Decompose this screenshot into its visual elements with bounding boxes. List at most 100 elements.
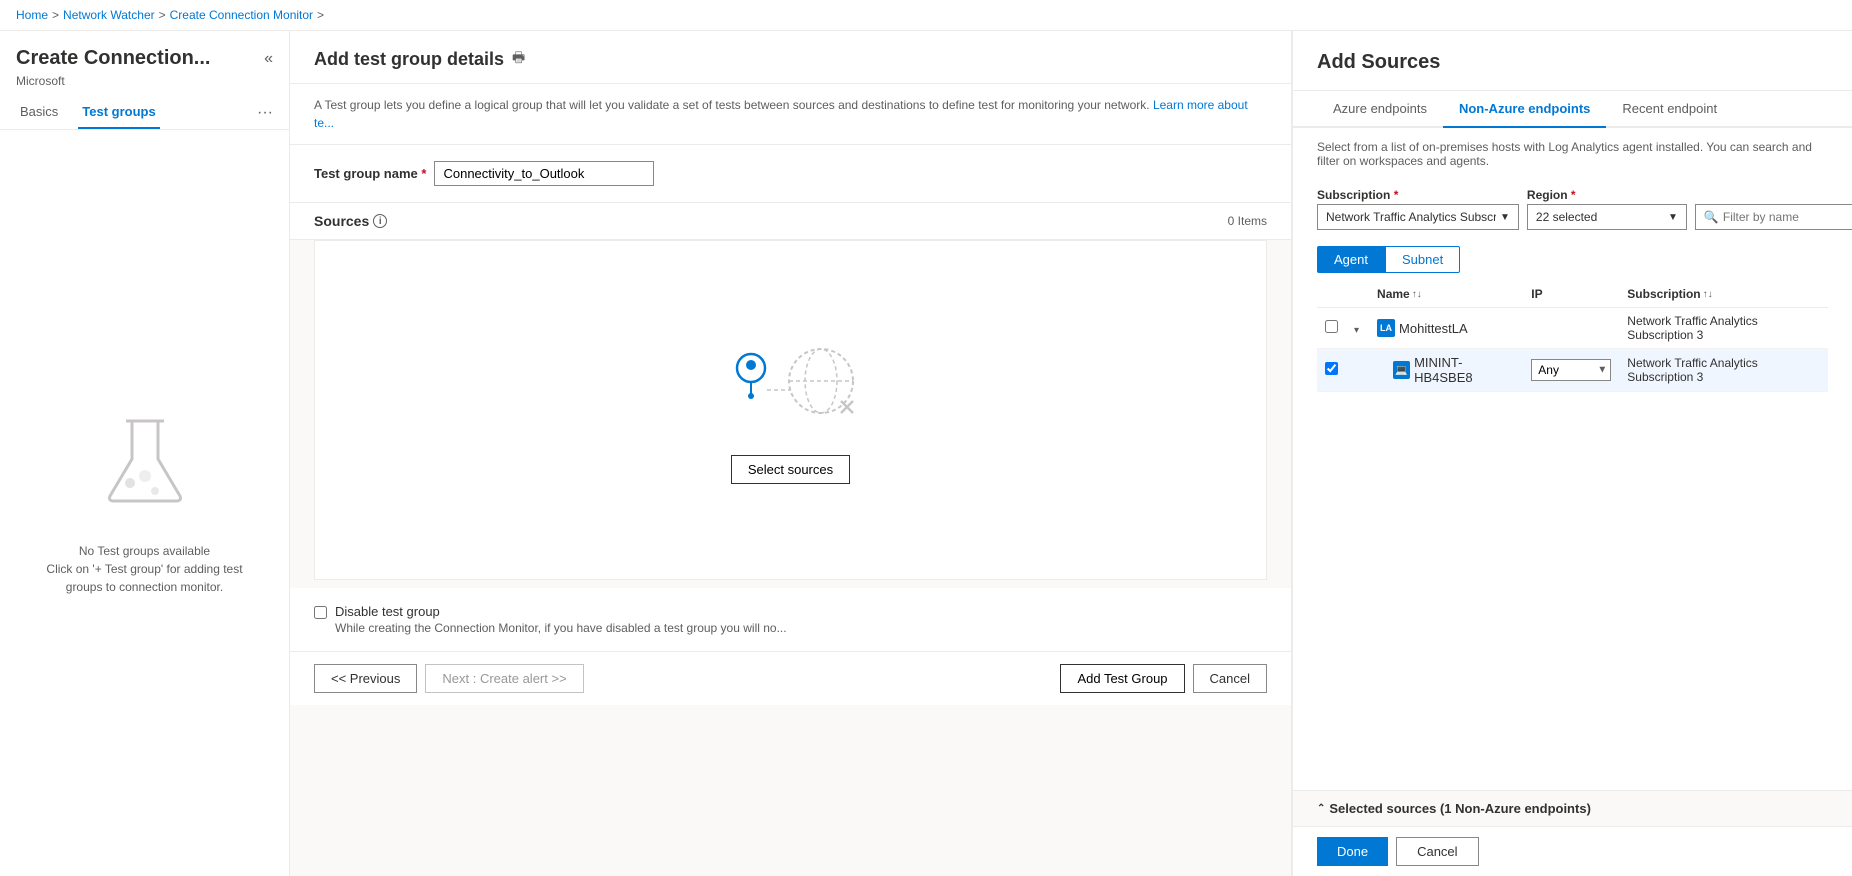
filter-row: Subscription * Network Traffic Analytics… bbox=[1293, 180, 1852, 238]
computer-agent-icon: 💻 bbox=[1393, 361, 1410, 379]
name-sort-icon: ↑↓ bbox=[1412, 289, 1422, 300]
table-body: ▾ LA MohittestLA Network Traffic Analyti… bbox=[1317, 308, 1828, 392]
toggle-subnet-button[interactable]: Subnet bbox=[1385, 246, 1460, 273]
breadcrumb-home[interactable]: Home bbox=[16, 8, 48, 22]
sidebar-tab-test-groups[interactable]: Test groups bbox=[78, 96, 159, 129]
row1-1-ip-cell: Any ▼ bbox=[1523, 349, 1619, 392]
row1-checkbox-cell bbox=[1317, 308, 1346, 349]
right-panel-description: Select from a list of on-premises hosts … bbox=[1293, 128, 1852, 180]
sources-empty-state: Select sources bbox=[314, 240, 1267, 580]
subscription-filter-group: Subscription * Network Traffic Analytics… bbox=[1317, 188, 1519, 230]
right-panel-cancel-button[interactable]: Cancel bbox=[1396, 837, 1478, 866]
table-row: ▾ LA MohittestLA Network Traffic Analyti… bbox=[1317, 308, 1828, 349]
sidebar-title-area: Create Connection... bbox=[16, 47, 210, 70]
filter-by-name-box: 🔍 bbox=[1695, 204, 1852, 230]
center-panel-title: Add test group details bbox=[314, 49, 504, 70]
sidebar-header: Create Connection... « bbox=[0, 31, 289, 74]
test-group-name-input[interactable] bbox=[434, 161, 654, 186]
endpoints-table: Name ↑↓ IP Subscription ↑↓ bbox=[1317, 281, 1828, 392]
selected-sources-chevron: ⌃ bbox=[1317, 803, 1325, 814]
breadcrumb: Home > Network Watcher > Create Connecti… bbox=[0, 0, 1852, 31]
row1-1-expand-cell bbox=[1346, 349, 1369, 392]
row1-1-name: 💻 MININT-HB4SBE8 bbox=[1393, 355, 1515, 385]
sidebar-subtitle: Microsoft bbox=[0, 74, 289, 96]
selected-sources-panel: ⌃ Selected sources (1 Non-Azure endpoint… bbox=[1293, 790, 1852, 826]
disable-group-text-area: Disable test group While creating the Co… bbox=[335, 604, 787, 635]
table-row-child: 💻 MININT-HB4SBE8 Any ▼ bbox=[1317, 349, 1828, 392]
row1-ip-cell bbox=[1523, 308, 1619, 349]
tab-non-azure-endpoints[interactable]: Non-Azure endpoints bbox=[1443, 91, 1606, 128]
row1-name: LA MohittestLA bbox=[1377, 319, 1515, 337]
next-button[interactable]: Next : Create alert >> bbox=[425, 664, 583, 693]
region-label: Region * bbox=[1527, 188, 1687, 202]
toggle-agent-button[interactable]: Agent bbox=[1317, 246, 1385, 273]
subscription-select-box[interactable]: Network Traffic Analytics Subscriptio...… bbox=[1317, 204, 1519, 230]
disable-group-label: Disable test group bbox=[335, 604, 787, 619]
sources-info-icon[interactable]: i bbox=[373, 214, 387, 228]
subscription-sort-icon: ↑↓ bbox=[1703, 289, 1713, 300]
region-value: 22 selected bbox=[1536, 210, 1597, 224]
row1-expand-cell: ▾ bbox=[1346, 308, 1369, 349]
selected-sources-label: Selected sources (1 Non-Azure endpoints) bbox=[1329, 801, 1591, 816]
right-panel-title: Add Sources bbox=[1317, 51, 1828, 74]
region-select-box[interactable]: 22 selected ▼ bbox=[1527, 204, 1687, 230]
sidebar-collapse-button[interactable]: « bbox=[264, 50, 273, 68]
right-panel-action-buttons: Done Cancel bbox=[1293, 826, 1852, 876]
sources-illustration bbox=[711, 336, 871, 439]
sources-header: Sources i 0 Items bbox=[290, 203, 1291, 240]
required-star: * bbox=[421, 166, 426, 181]
search-icon: 🔍 bbox=[1704, 210, 1719, 224]
select-all-header bbox=[1317, 281, 1346, 308]
breadcrumb-create-connection-monitor[interactable]: Create Connection Monitor bbox=[170, 8, 313, 22]
sources-label: Sources i bbox=[314, 213, 387, 229]
print-icon[interactable]: 🖶 bbox=[512, 47, 525, 71]
name-column-header[interactable]: Name ↑↓ bbox=[1369, 281, 1523, 308]
subscription-column-header[interactable]: Subscription ↑↓ bbox=[1619, 281, 1828, 308]
previous-button[interactable]: << Previous bbox=[314, 664, 417, 693]
selected-sources-section[interactable]: ⌃ Selected sources (1 Non-Azure endpoint… bbox=[1317, 801, 1828, 816]
table-header: Name ↑↓ IP Subscription ↑↓ bbox=[1317, 281, 1828, 308]
filter-by-name-input[interactable] bbox=[1723, 210, 1823, 224]
ip-dropdown: Any ▼ bbox=[1531, 359, 1611, 381]
breadcrumb-sep3: > bbox=[317, 8, 324, 22]
sidebar: Create Connection... « Microsoft Basics … bbox=[0, 31, 290, 876]
ip-column-header: IP bbox=[1523, 281, 1619, 308]
region-dropdown-arrow: ▼ bbox=[1668, 212, 1678, 223]
sidebar-content: No Test groups available Click on '+ Tes… bbox=[0, 130, 289, 876]
ip-select[interactable]: Any bbox=[1531, 359, 1611, 381]
center-bottom-bar: << Previous Next : Create alert >> Add T… bbox=[290, 651, 1291, 705]
row1-1-checkbox[interactable] bbox=[1325, 362, 1338, 375]
row1-1-subscription-cell: Network Traffic Analytics Subscription 3 bbox=[1619, 349, 1828, 392]
flask-icon bbox=[100, 411, 190, 530]
right-panel-tabs: Azure endpoints Non-Azure endpoints Rece… bbox=[1293, 91, 1852, 128]
select-sources-button[interactable]: Select sources bbox=[731, 455, 850, 484]
row1-checkbox[interactable] bbox=[1325, 320, 1338, 333]
disable-group-desc: While creating the Connection Monitor, i… bbox=[335, 621, 787, 635]
done-button[interactable]: Done bbox=[1317, 837, 1388, 866]
endpoints-table-area: Name ↑↓ IP Subscription ↑↓ bbox=[1293, 281, 1852, 790]
tab-azure-endpoints[interactable]: Azure endpoints bbox=[1317, 91, 1443, 128]
sidebar-empty-text: No Test groups available Click on '+ Tes… bbox=[46, 542, 242, 596]
table-header-row: Name ↑↓ IP Subscription ↑↓ bbox=[1317, 281, 1828, 308]
main-layout: Create Connection... « Microsoft Basics … bbox=[0, 31, 1852, 876]
breadcrumb-sep2: > bbox=[159, 8, 166, 22]
expand-header bbox=[1346, 281, 1369, 308]
center-description: A Test group lets you define a logical g… bbox=[290, 84, 1291, 145]
right-panel-header: Add Sources bbox=[1293, 31, 1852, 91]
center-form: Test group name * bbox=[290, 145, 1291, 203]
sidebar-tab-more[interactable]: ··· bbox=[257, 104, 273, 122]
add-test-group-button[interactable]: Add Test Group bbox=[1060, 664, 1184, 693]
region-filter-group: Region * 22 selected ▼ bbox=[1527, 188, 1687, 230]
workspace-icon: LA bbox=[1377, 319, 1395, 337]
row1-subscription-cell: Network Traffic Analytics Subscription 3 bbox=[1619, 308, 1828, 349]
row1-expand-icon[interactable]: ▾ bbox=[1354, 325, 1359, 336]
center-panel: Add test group details 🖶 A Test group le… bbox=[290, 31, 1292, 876]
subscription-value: Network Traffic Analytics Subscriptio... bbox=[1326, 210, 1496, 224]
disable-test-group-checkbox[interactable] bbox=[314, 606, 327, 619]
breadcrumb-network-watcher[interactable]: Network Watcher bbox=[63, 8, 155, 22]
cancel-button[interactable]: Cancel bbox=[1193, 664, 1267, 693]
sidebar-tab-basics[interactable]: Basics bbox=[16, 96, 62, 129]
tab-recent-endpoint[interactable]: Recent endpoint bbox=[1606, 91, 1733, 128]
subscription-label: Subscription * bbox=[1317, 188, 1519, 202]
sidebar-title: Create Connection... bbox=[16, 47, 210, 70]
